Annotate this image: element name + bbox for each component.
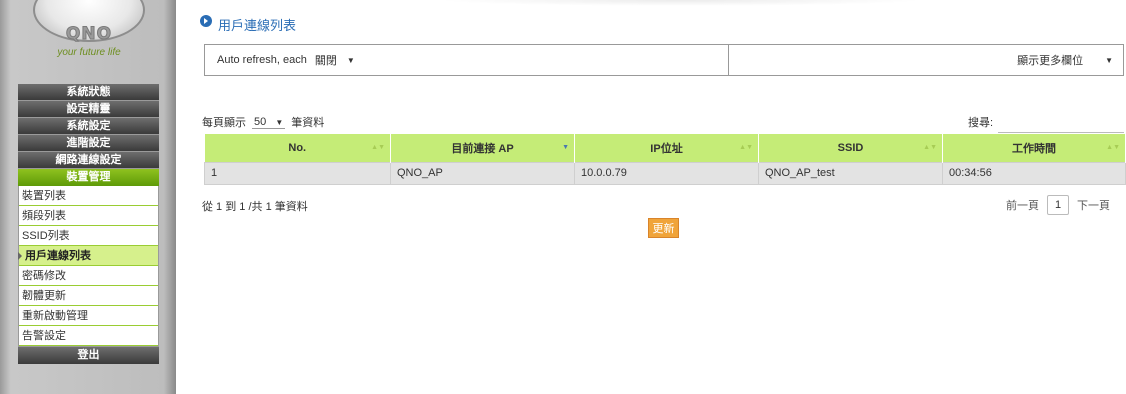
- brand-logo: QNO your future life: [18, 0, 160, 82]
- menu-group-device-management[interactable]: 裝置管理: [18, 169, 159, 186]
- menu-item-system-settings[interactable]: 系統設定: [18, 118, 159, 135]
- submenu-item-ssid-list[interactable]: SSID列表: [19, 226, 158, 246]
- sidebar: QNO your future life 系統狀態 設定精靈 系統設定 進階設定…: [0, 0, 176, 394]
- submenu-item-device-list[interactable]: 裝置列表: [19, 186, 158, 206]
- sort-icon: ▲▼: [923, 144, 937, 151]
- column-header-uptime[interactable]: 工作時間 ▲▼: [942, 134, 1126, 162]
- header-shadow: [436, 0, 926, 6]
- auto-refresh-panel: Auto refresh, each 關閉 ▼: [205, 45, 729, 75]
- per-page-suffix: 筆資料: [291, 117, 325, 129]
- per-page-prefix: 每頁顯示: [202, 117, 246, 129]
- column-header-label: SSID: [837, 141, 864, 154]
- chevron-down-icon: ▼: [346, 55, 355, 65]
- submenu-item-client-list-label: 用戶連線列表: [25, 250, 91, 262]
- column-header-no[interactable]: No. ▲▼: [204, 134, 391, 162]
- cell-ap: QNO_AP: [390, 161, 575, 185]
- column-header-label: No.: [288, 141, 307, 154]
- title-bullet-icon: [200, 15, 212, 27]
- toolbar: Auto refresh, each 關閉 ▼ 顯示更多欄位 ▼: [204, 44, 1124, 76]
- submenu-item-reboot[interactable]: 重新啟動管理: [19, 306, 158, 326]
- cell-uptime: 00:34:56: [942, 161, 1126, 185]
- submenu-list: 裝置列表 頻段列表 SSID列表 用戶連線列表 密碼修改 韌體更新 重新啟動管理…: [18, 186, 159, 347]
- cell-ssid: QNO_AP_test: [758, 161, 943, 185]
- column-header-ip[interactable]: IP位址 ▲▼: [574, 134, 759, 162]
- active-arrow-icon: [18, 252, 22, 260]
- page-number-button[interactable]: 1: [1047, 195, 1069, 215]
- menu-item-network-settings[interactable]: 網路連線設定: [18, 152, 159, 169]
- more-columns-label: 顯示更多欄位: [1017, 55, 1084, 67]
- per-page-value: 50: [254, 115, 267, 128]
- sort-icon: ▲▼: [739, 144, 753, 151]
- client-table: No. ▲▼ 目前連接 AP ▼ IP位址 ▲▼ SSID ▲▼ 工作時間 ▲▼ 1 QN…: [204, 134, 1126, 185]
- menu-item-setup-wizard[interactable]: 設定精靈: [18, 101, 159, 118]
- refresh-button[interactable]: 更新: [648, 218, 679, 238]
- column-header-label: IP位址: [650, 142, 683, 155]
- column-header-ssid[interactable]: SSID ▲▼: [758, 134, 943, 162]
- prev-page-button[interactable]: 前一頁: [1006, 197, 1039, 213]
- chevron-down-icon: ▼: [275, 117, 284, 127]
- chevron-down-icon: ▼: [1105, 55, 1113, 65]
- submenu-item-firmware[interactable]: 韌體更新: [19, 286, 158, 306]
- table-summary: 從 1 到 1 /共 1 筆資料: [202, 201, 308, 213]
- submenu-item-client-list[interactable]: 用戶連線列表: [18, 246, 158, 266]
- submenu-item-band-list[interactable]: 頻段列表: [19, 206, 158, 226]
- more-columns-select[interactable]: 顯示更多欄位 ▼: [1017, 52, 1113, 68]
- per-page-select[interactable]: 50 ▼: [252, 115, 286, 129]
- cell-no: 1: [204, 161, 391, 185]
- search-input[interactable]: [998, 127, 1124, 133]
- column-header-label: 目前連接 AP: [451, 142, 514, 155]
- logo-text: QNO: [65, 24, 113, 45]
- sort-icon: ▲▼: [1106, 144, 1120, 151]
- table-row: 1 QNO_AP 10.0.0.79 QNO_AP_test 00:34:56: [204, 161, 1126, 185]
- logo-tagline: your future life: [57, 47, 121, 58]
- auto-refresh-value: 關閉: [314, 55, 337, 67]
- cell-ip: 10.0.0.79: [574, 161, 759, 185]
- auto-refresh-select[interactable]: 關閉 ▼: [315, 52, 355, 68]
- columns-panel: 顯示更多欄位 ▼: [729, 45, 1123, 75]
- main-content: 用戶連線列表 Auto refresh, each 關閉 ▼ 顯示更多欄位 ▼ …: [176, 0, 1126, 394]
- sort-desc-icon: ▼: [562, 144, 569, 151]
- next-page-button[interactable]: 下一頁: [1077, 197, 1110, 213]
- main-menu: 系統狀態 設定精靈 系統設定 進階設定 網路連線設定 裝置管理 裝置列表 頻段列…: [18, 84, 159, 364]
- auto-refresh-label: Auto refresh, each: [217, 54, 307, 66]
- submenu-item-alerts[interactable]: 告警設定: [19, 326, 158, 346]
- menu-item-advanced-settings[interactable]: 進階設定: [18, 135, 159, 152]
- table-header-row: No. ▲▼ 目前連接 AP ▼ IP位址 ▲▼ SSID ▲▼ 工作時間 ▲▼: [204, 134, 1126, 162]
- pagination: 前一頁 1 下一頁: [998, 195, 1118, 215]
- per-page-control: 每頁顯示 50 ▼ 筆資料: [202, 114, 324, 130]
- submenu-item-password[interactable]: 密碼修改: [19, 266, 158, 286]
- column-header-label: 工作時間: [1012, 142, 1056, 155]
- logout-button[interactable]: 登出: [18, 347, 159, 364]
- search-label: 搜尋:: [968, 117, 994, 129]
- column-header-ap[interactable]: 目前連接 AP ▼: [390, 134, 575, 162]
- page-title: 用戶連線列表: [218, 18, 297, 33]
- menu-item-system-status[interactable]: 系統狀態: [18, 84, 159, 101]
- sort-icon: ▲▼: [371, 144, 385, 151]
